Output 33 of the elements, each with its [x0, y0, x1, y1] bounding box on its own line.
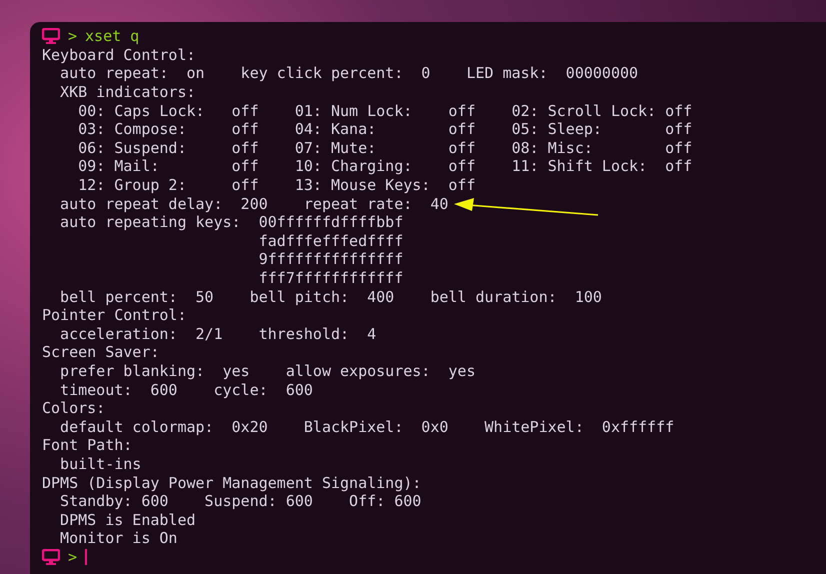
output-line: fff7ffffffffffff — [258, 269, 404, 288]
output-line: bell percent: 50 bell pitch: 400 bell duration: 100 — [59, 288, 602, 306]
output-line: 03: Compose: off 04: Kana: off 05: Sleep: off — [77, 120, 692, 138]
output-line: XKB indicators: — [59, 83, 196, 102]
output-line: DPMS (Display Power Management Signaling): — [42, 474, 422, 492]
output-line: Colors: — [42, 399, 106, 418]
prompt-symbol: > — [68, 548, 78, 566]
output-line: auto repeat: on key click percent: 0 LED mask: 00000000 — [59, 64, 638, 82]
output-line: 12: Group 2: off 13: Mouse Keys: off — [77, 176, 476, 194]
output-line: Standby: 600 Suspend: 600 Off: 600 — [59, 492, 422, 510]
output-line: prefer blanking: yes allow exposures: yes — [59, 362, 476, 380]
output-line: fadfffefffedffff — [258, 232, 404, 250]
output-line: 9fffffffffffffff — [258, 250, 404, 268]
output-line: 00: Caps Lock: off 01: Num Lock: off 02: Scroll Lock: off — [77, 102, 692, 120]
monitor-icon — [42, 28, 60, 44]
output-line: Font Path: — [42, 436, 132, 454]
output-line: Screen Saver: — [42, 343, 160, 362]
monitor-icon — [42, 548, 60, 565]
output-line: Pointer Control: — [42, 306, 186, 324]
output-line: Keyboard Control: — [42, 46, 196, 64]
output-line: built-ins — [59, 454, 142, 473]
command-text: xset q — [85, 27, 140, 46]
output-line: timeout: 600 cycle: 600 — [59, 380, 313, 399]
output-line: auto repeating keys: 00ffffffdffffbbf — [59, 213, 404, 232]
output-line: acceleration: 2/1 threshold: 4 — [59, 324, 376, 343]
output-line: default colormap: 0x20 BlackPixel: 0x0 WhitePixel: 0xffffff — [59, 418, 674, 436]
prompt-symbol: > — [68, 27, 78, 46]
output-line: DPMS is Enabled — [59, 510, 196, 529]
output-line: 09: Mail: off 10: Charging: off 11: Shift Lock: off — [77, 157, 692, 176]
output-line: 06: Suspend: off 07: Mute: off 08: Misc: off — [77, 138, 692, 157]
text-cursor — [85, 548, 88, 565]
output-line: Monitor is On — [59, 529, 178, 548]
output-line: auto repeat delay: 200 repeat rate: 40 — [59, 194, 448, 213]
